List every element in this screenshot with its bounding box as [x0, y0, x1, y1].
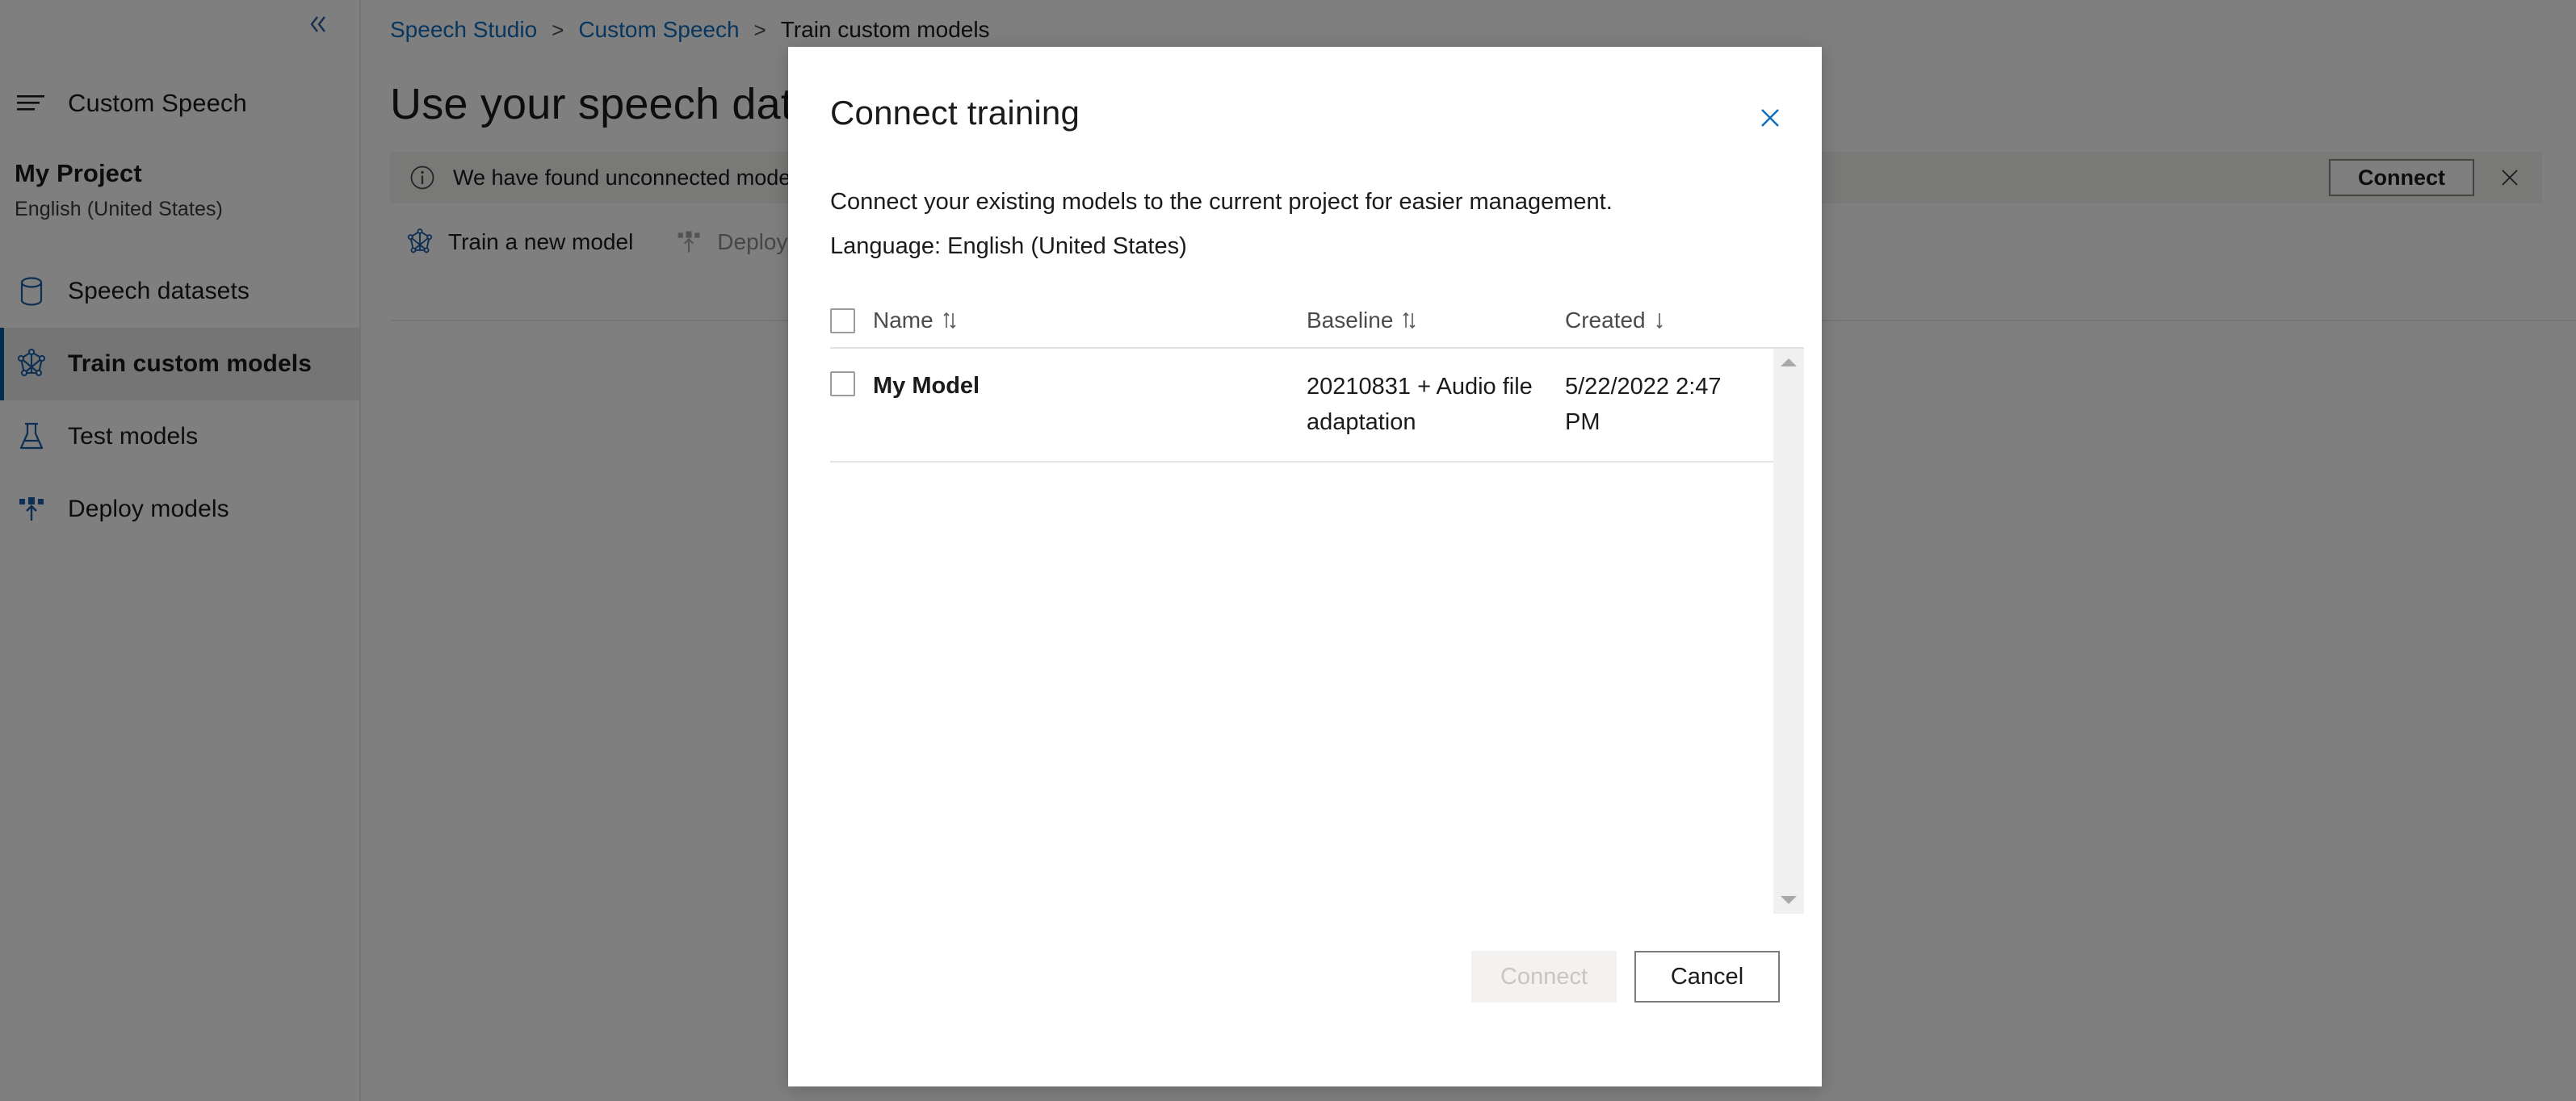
table-header-name-cell: Name — [830, 308, 1307, 333]
table-header-name-label: Name — [873, 308, 933, 333]
table-header-created-label: Created — [1565, 308, 1646, 333]
table-cell-name: My Model — [830, 370, 1307, 400]
table-body: My Model 20210831 + Audio file adaptatio… — [830, 349, 1804, 914]
connect-training-dialog: Connect training Connect your existing m… — [788, 47, 1822, 1086]
table-cell-created-label: 5/22/2022 2:47 PM — [1565, 374, 1722, 435]
page-root: Custom Speech My Project English (United… — [0, 0, 2576, 1101]
dialog-footer: Connect Cancel — [788, 951, 1822, 1086]
sort-desc-icon — [1654, 310, 1665, 331]
models-table: Name Baseline Created My Model 20210831 … — [788, 260, 1804, 914]
dialog-cancel-button[interactable]: Cancel — [1634, 951, 1780, 1003]
select-all-checkbox[interactable] — [830, 308, 855, 333]
table-header-created[interactable]: Created — [1565, 308, 1665, 333]
table-header-baseline-label: Baseline — [1307, 308, 1394, 333]
table-header-baseline[interactable]: Baseline — [1307, 308, 1417, 333]
sort-both-icon — [942, 310, 958, 331]
table-header-created-cell: Created — [1565, 308, 1804, 333]
table-cell-baseline-label: 20210831 + Audio file adaptation — [1307, 374, 1533, 435]
table-cell-created: 5/22/2022 2:47 PM — [1565, 370, 1773, 440]
dialog-header: Connect training — [788, 47, 1822, 140]
sort-both-icon — [1401, 310, 1417, 331]
table-row[interactable]: My Model 20210831 + Audio file adaptatio… — [830, 349, 1773, 463]
dialog-close-button[interactable] — [1747, 95, 1793, 140]
table-cell-baseline: 20210831 + Audio file adaptation — [1307, 370, 1565, 440]
row-select-checkbox[interactable] — [830, 371, 855, 396]
dialog-connect-button[interactable]: Connect — [1471, 951, 1617, 1003]
scroll-up-arrow-icon[interactable] — [1778, 355, 1799, 370]
table-cell-name-label: My Model — [873, 373, 980, 399]
scroll-down-arrow-icon[interactable] — [1778, 893, 1799, 907]
table-vertical-scrollbar[interactable] — [1773, 349, 1804, 914]
table-header-baseline-cell: Baseline — [1307, 308, 1565, 333]
close-icon — [1761, 109, 1779, 127]
table-header-row: Name Baseline Created — [830, 299, 1804, 349]
dialog-language-line: Language: English (United States) — [830, 233, 1187, 259]
table-header-name[interactable]: Name — [873, 308, 958, 333]
table-scroll-area: My Model 20210831 + Audio file adaptatio… — [830, 349, 1773, 914]
dialog-description: Connect your existing models to the curr… — [830, 189, 1613, 215]
dialog-title: Connect training — [830, 94, 1080, 132]
